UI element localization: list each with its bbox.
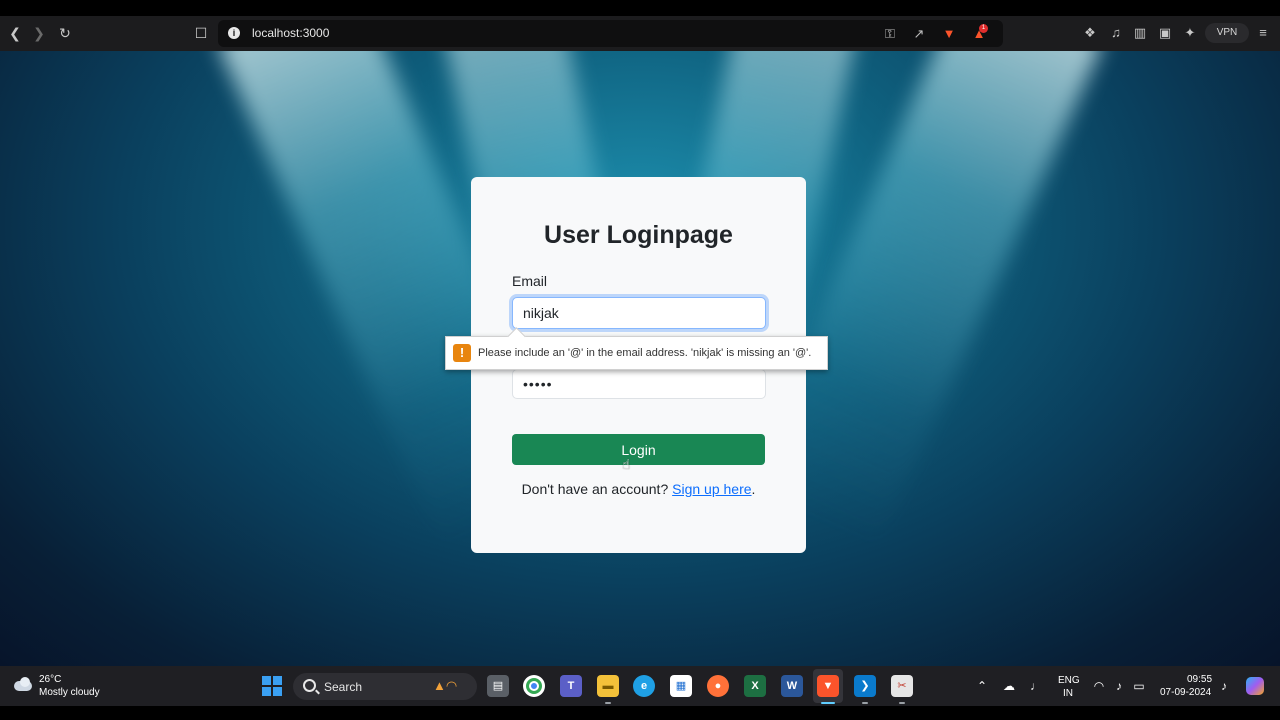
running-indicator: [605, 702, 611, 704]
onedrive-cloud-icon[interactable]: ☁: [1001, 678, 1017, 694]
screen-bottom-bar: [0, 706, 1280, 720]
microsoft-store-icon[interactable]: ▦: [670, 675, 692, 697]
vpn-label: VPN: [1216, 27, 1238, 38]
signup-suffix: .: [751, 481, 756, 497]
info-icon[interactable]: i: [228, 27, 240, 39]
windows-start-icon[interactable]: [262, 676, 282, 696]
brave-icon[interactable]: ▼: [817, 675, 839, 697]
email-label: Email: [512, 273, 548, 289]
key-icon[interactable]: ⚿: [882, 26, 898, 42]
validation-tooltip: ! Please include an '@' in the email add…: [445, 336, 828, 370]
clock-time[interactable]: 09:55: [1187, 674, 1212, 685]
sidebar-icon[interactable]: ▥: [1132, 25, 1148, 41]
clock-date[interactable]: 07-09-2024: [1160, 687, 1211, 698]
password-field[interactable]: [512, 369, 766, 399]
screen-top-bar: [0, 0, 1280, 16]
share-icon[interactable]: ↗: [911, 26, 927, 42]
signup-prompt: Don't have an account? Sign up here.: [471, 481, 806, 497]
notification-bell-icon[interactable]: ♪: [1216, 678, 1232, 694]
snipping-tool-icon[interactable]: ✂: [891, 675, 913, 697]
volume-icon[interactable]: ♪: [1111, 678, 1127, 694]
vpn-button[interactable]: VPN: [1205, 23, 1249, 43]
brave-lion-icon[interactable]: ▼: [941, 26, 957, 42]
weather-temperature: 26°C: [39, 674, 62, 685]
email-field[interactable]: [512, 297, 766, 329]
wifi-icon[interactable]: ◠: [1091, 678, 1107, 694]
windows-taskbar: 26°C Mostly cloudy Search ▲◠ ▤ T ▬ e ▦ ●…: [0, 666, 1280, 706]
copilot-icon[interactable]: [1246, 677, 1264, 695]
url-text[interactable]: localhost:3000: [252, 26, 329, 40]
excel-icon[interactable]: X: [744, 675, 766, 697]
running-indicator: [899, 702, 905, 704]
leo-ai-icon[interactable]: ✦: [1182, 25, 1198, 41]
validation-message: Please include an '@' in the email addre…: [478, 347, 812, 359]
bookmark-icon[interactable]: ☐: [192, 24, 210, 42]
region-indicator[interactable]: IN: [1063, 688, 1073, 699]
search-highlight-icon: ▲◠: [433, 678, 458, 693]
vscode-icon[interactable]: ❯: [854, 675, 876, 697]
taskbar-search[interactable]: Search ▲◠: [293, 673, 477, 700]
file-explorer-icon[interactable]: ▬: [597, 675, 619, 697]
signup-link[interactable]: Sign up here: [672, 481, 751, 497]
rewards-badge: 1: [979, 24, 988, 33]
chevron-up-icon[interactable]: ⌃: [974, 678, 990, 694]
wallet-icon[interactable]: ▣: [1157, 25, 1173, 41]
teams-icon[interactable]: T: [560, 675, 582, 697]
hamburger-menu-icon[interactable]: ≡: [1255, 25, 1271, 41]
weather-description: Mostly cloudy: [39, 687, 100, 698]
cloud-icon: [12, 677, 34, 691]
back-arrow-icon[interactable]: ❮: [6, 24, 24, 42]
mouse-pointer-icon: ☝: [622, 456, 631, 472]
language-indicator[interactable]: ENG: [1058, 675, 1080, 686]
firefox-icon[interactable]: ●: [707, 675, 729, 697]
word-icon[interactable]: W: [781, 675, 803, 697]
login-button[interactable]: Login: [512, 434, 765, 465]
search-icon: [303, 679, 316, 692]
active-indicator: [821, 702, 835, 704]
warning-icon: !: [453, 344, 471, 362]
reload-icon[interactable]: ↻: [56, 24, 74, 42]
forward-arrow-icon[interactable]: ❯: [30, 24, 48, 42]
microphone-icon[interactable]: ♩: [1028, 678, 1044, 694]
edge-icon[interactable]: e: [633, 675, 655, 697]
search-label: Search: [324, 680, 363, 694]
page-viewport: User Loginpage Email Login Don't have an…: [0, 51, 1280, 666]
chrome-icon[interactable]: [523, 675, 545, 697]
page-title: User Loginpage: [544, 221, 733, 249]
music-note-icon[interactable]: ♫: [1108, 25, 1124, 41]
task-view-icon[interactable]: ▤: [487, 675, 509, 697]
address-bar[interactable]: i localhost:3000 ⚿ ↗ ▼ ▲: [218, 20, 1003, 47]
signup-prefix: Don't have an account?: [521, 481, 673, 497]
puzzle-icon[interactable]: ❖: [1082, 25, 1098, 41]
running-indicator: [862, 702, 868, 704]
battery-icon[interactable]: ▭: [1131, 678, 1147, 694]
